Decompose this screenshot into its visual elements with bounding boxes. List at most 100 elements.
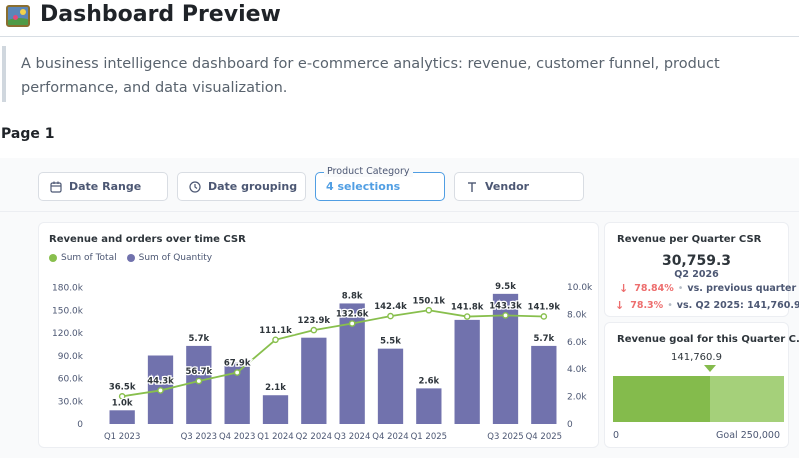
total-data-label: 56.7k — [186, 367, 213, 377]
quantity-bar — [301, 337, 327, 424]
x-tick-label: Q3 2024 — [334, 432, 370, 442]
product-category-legend: Product Category — [324, 166, 413, 177]
quantity-data-label: 9.5k — [495, 282, 516, 292]
total-data-label: 132.6k — [336, 310, 369, 320]
x-tick-label: Q1 2025 — [411, 432, 447, 442]
total-point — [425, 306, 433, 314]
y-right-tick-label: 8.0k — [567, 310, 587, 320]
down-arrow-icon: ↓ — [615, 299, 625, 312]
y-left-tick-label: 90.0k — [58, 352, 84, 362]
revenue-orders-card[interactable]: Revenue and orders over time CSR Sum of … — [38, 222, 599, 448]
total-data-label: 44.3k — [147, 376, 174, 386]
quantity-data-label: 5.7k — [188, 334, 209, 344]
total-data-label: 150.1k — [413, 296, 446, 306]
description-text: A business intelligence dashboard for e-… — [21, 56, 720, 96]
y-right-tick-label: 6.0k — [567, 338, 587, 348]
y-right-tick-label: 2.0k — [567, 393, 587, 403]
revenue-per-quarter-card[interactable]: Revenue per Quarter CSR 30,759.3 Q2 2026… — [604, 222, 799, 317]
date-grouping-filter[interactable]: Date grouping — [177, 172, 306, 201]
quantity-data-label: 8.8k — [342, 291, 363, 301]
description-quote: A business intelligence dashboard for e-… — [2, 46, 797, 102]
goal-current-value: 141,760.9 — [671, 352, 722, 363]
date-range-label: Date Range — [69, 180, 142, 193]
down-arrow-icon: ↓ — [619, 282, 629, 295]
dashboard: Date Range Date grouping Product Categor… — [0, 158, 799, 458]
page-header: Dashboard Preview — [0, 0, 799, 37]
revenue-per-quarter-title: Revenue per Quarter CSR — [617, 234, 762, 245]
total-line — [122, 309, 544, 398]
total-data-label: 111.1k — [259, 326, 292, 336]
kpi-change-year: ↓ 78.3% • vs. Q2 2025: 141,760.9 — [615, 299, 799, 312]
total-point — [157, 387, 164, 394]
y-left-tick-label: 180.0k — [52, 284, 84, 294]
x-tick-label: Q4 2025 — [526, 432, 562, 442]
goal-marker-icon — [703, 365, 716, 372]
y-left-tick-label: 120.0k — [52, 329, 84, 339]
product-category-filter[interactable]: Product Category 4 selections — [315, 166, 445, 201]
kpi-value: 30,759.3 — [661, 253, 732, 269]
y-left-tick-label: 60.0k — [58, 375, 84, 385]
kpi-period: Q2 2026 — [674, 269, 719, 280]
x-tick-label: Q3 2025 — [487, 432, 523, 442]
y-right-tick-label: 10.0k — [567, 283, 593, 293]
quantity-data-label: 5.7k — [533, 334, 554, 344]
date-grouping-label: Date grouping — [208, 180, 298, 193]
total-data-label: 36.5k — [109, 382, 136, 392]
kpi-change-pct: 78.3% — [630, 300, 664, 311]
quantity-bar — [186, 345, 212, 424]
total-point — [233, 369, 241, 376]
y-left-tick-label: 0 — [77, 420, 83, 430]
kpi-change-previous: ↓ 78.84% • vs. previous quarter — [619, 282, 796, 295]
total-point — [387, 312, 394, 320]
total-data-label: 142.4k — [374, 302, 407, 312]
quantity-bar — [416, 388, 442, 424]
total-data-label: 141.8k — [451, 303, 484, 313]
section-title: Page 1 — [1, 126, 55, 142]
vendor-filter[interactable]: Vendor — [454, 172, 584, 201]
page-title: Dashboard Preview — [40, 2, 281, 27]
combo-chart: 0 30.0k 60.0k 90.0k 120.0k 150.0k 180.0k 0 2.0k 4… — [52, 281, 593, 442]
framed-picture-icon — [6, 5, 30, 27]
vendor-label: Vendor — [485, 180, 530, 193]
quantity-data-label: 5.5k — [380, 337, 401, 347]
calendar-icon — [50, 181, 62, 193]
filter-bar: Date Range Date grouping Product Categor… — [0, 158, 799, 212]
date-range-filter[interactable]: Date Range — [38, 172, 168, 201]
bullet-separator: • — [667, 300, 673, 311]
total-data-label: 141.9k — [528, 302, 561, 312]
goal-min-label: 0 — [613, 430, 620, 441]
y-left-tick-label: 30.0k — [58, 397, 84, 407]
revenue-goal-card[interactable]: Revenue goal for this Quarter C... 141,7… — [604, 322, 799, 448]
x-tick-label: Q2 2024 — [296, 432, 332, 442]
quantity-bar — [454, 319, 480, 424]
kpi-change-pct: 78.84% — [634, 283, 674, 294]
total-point — [540, 313, 548, 320]
total-point — [272, 336, 279, 344]
quantity-bar — [109, 410, 135, 424]
product-category-value: 4 selections — [326, 180, 401, 193]
quantity-data-label: 2.1k — [265, 383, 286, 393]
revenue-goal-title: Revenue goal for this Quarter C... — [617, 334, 799, 345]
quantity-data-label: 2.6k — [418, 376, 439, 386]
goal-max-label: Goal 250,000 — [716, 430, 780, 441]
y-left-tick-label: 150.0k — [52, 306, 84, 316]
x-tick-label: Q3 2023 — [181, 432, 217, 442]
quantity-data-label: 1.0k — [112, 398, 133, 408]
quantity-bar — [531, 345, 557, 424]
y-right-tick-label: 4.0k — [567, 365, 587, 375]
total-point — [502, 312, 509, 319]
bullet-separator: • — [677, 283, 684, 294]
total-point — [310, 326, 318, 334]
x-tick-label: Q1 2024 — [257, 432, 293, 442]
x-tick-label: Q4 2024 — [372, 432, 408, 442]
text-icon — [468, 181, 476, 192]
total-point — [348, 320, 356, 327]
y-right-tick-label: 0 — [567, 420, 573, 430]
x-tick-label: Q4 2023 — [219, 432, 255, 442]
total-data-label: 123.9k — [298, 316, 331, 326]
quantity-bar — [262, 395, 289, 424]
total-data-label: 143.3k — [489, 301, 522, 311]
kpi-change-desc: vs. previous quarter — [687, 283, 797, 294]
goal-progress-bar — [613, 376, 784, 422]
quantity-bar — [377, 348, 404, 424]
